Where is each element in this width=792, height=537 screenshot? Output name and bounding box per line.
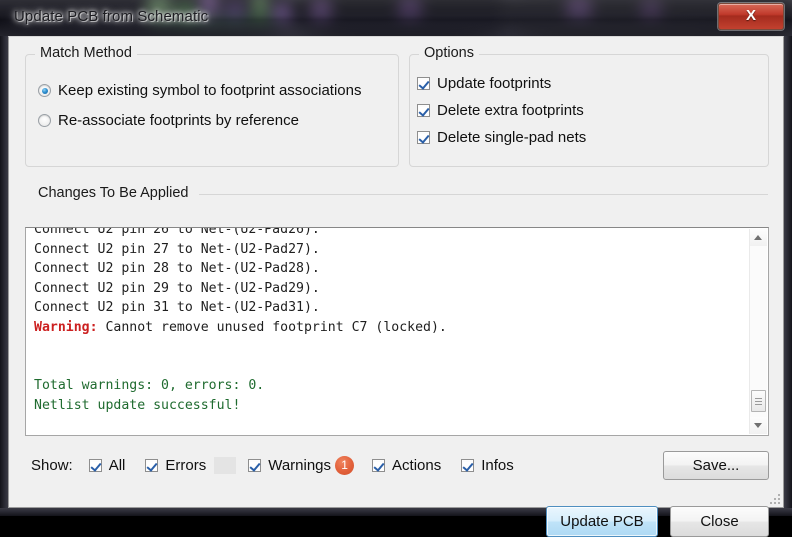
filter-infos[interactable]: Infos: [461, 457, 514, 474]
filter-all[interactable]: All: [88, 456, 126, 474]
changes-log-text: Connect U2 pin 26 to Net-(U2-Pad26). Conn…: [34, 227, 734, 415]
checkbox-check-icon: [88, 458, 102, 472]
match-method-legend: Match Method: [35, 45, 137, 61]
show-filter-row: Show: All Errors Warnings 1 Actions Info…: [31, 454, 534, 476]
save-button[interactable]: Save...: [663, 451, 769, 480]
log-line: Connect U2 pin 26 to Net-(U2-Pad26).: [34, 227, 320, 237]
filter-actions-label: Actions: [392, 456, 442, 474]
radio-reassociate-label: Re-associate footprints by reference: [58, 112, 299, 129]
checkbox-check-icon: [417, 131, 430, 144]
checkbox-check-icon: [248, 458, 262, 472]
log-line: Total warnings: 0, errors: 0.: [34, 378, 265, 393]
close-button[interactable]: Close: [670, 506, 769, 537]
log-line: Connect U2 pin 28 to Net-(U2-Pad28).: [34, 261, 320, 276]
match-method-group: Match Method Keep existing symbol to foo…: [25, 45, 399, 167]
update-pcb-button[interactable]: Update PCB: [546, 506, 658, 537]
checkbox-check-icon: [145, 458, 159, 472]
radio-keep-existing-label: Keep existing symbol to footprint associ…: [58, 82, 362, 99]
window-title: Update PCB from Schematic: [14, 8, 209, 25]
checkbox-delete-extra-footprints[interactable]: Delete extra footprints: [417, 102, 584, 119]
log-line: Warning: Cannot remove unused footprint …: [34, 319, 447, 335]
checkbox-delete-single-pad-nets[interactable]: Delete single-pad nets: [417, 129, 586, 146]
checkbox-check-icon: [461, 458, 475, 472]
radio-reassociate[interactable]: Re-associate footprints by reference: [38, 112, 299, 129]
checkbox-check-icon: [417, 77, 430, 90]
checkbox-check-icon: [417, 104, 430, 117]
checkbox-update-footprints[interactable]: Update footprints: [417, 75, 551, 92]
options-legend: Options: [419, 45, 479, 61]
filter-errors-label: Errors: [165, 456, 207, 474]
update-pcb-dialog: Update PCB from Schematic X Match Method…: [0, 0, 792, 537]
scroll-down-button[interactable]: [750, 417, 767, 434]
chevron-down-icon: [754, 423, 762, 428]
filter-actions[interactable]: Actions: [372, 457, 441, 474]
log-line: Connect U2 pin 31 to Net-(U2-Pad31).: [34, 300, 320, 315]
window-titlebar[interactable]: Update PCB from Schematic X: [0, 0, 792, 36]
close-window-button[interactable]: X: [718, 3, 784, 30]
log-line: Netlist update successful!: [34, 397, 241, 413]
checkbox-check-icon: [372, 458, 386, 472]
log-warning-keyword: Warning:: [34, 319, 98, 335]
scroll-up-button[interactable]: [750, 229, 767, 246]
log-line: Connect U2 pin 27 to Net-(U2-Pad27).: [34, 241, 320, 257]
filter-warnings[interactable]: Warnings: [248, 457, 331, 474]
chevron-up-icon: [754, 235, 762, 240]
log-line: Connect U2 pin 29 to Net-(U2-Pad29).: [34, 280, 320, 296]
radio-indicator-icon: [38, 114, 51, 127]
warnings-count-badge: 1: [335, 455, 355, 475]
filter-all-label: All: [108, 456, 126, 474]
close-icon: X: [745, 7, 756, 24]
filter-warnings-label: Warnings: [268, 456, 332, 474]
changes-log-box[interactable]: Connect U2 pin 26 to Net-(U2-Pad26). Conn…: [25, 227, 769, 436]
checkbox-update-footprints-label: Update footprints: [437, 75, 552, 92]
changes-group-divider: [199, 194, 768, 195]
options-group: Options Update footprints Delete extra f…: [409, 45, 769, 167]
dialog-client-area: Match Method Keep existing symbol to foo…: [8, 36, 784, 537]
radio-keep-existing[interactable]: Keep existing symbol to footprint associ…: [38, 82, 362, 99]
window-border-left: [0, 36, 8, 516]
window-border-right: [784, 36, 792, 516]
filter-infos-label: Infos: [481, 456, 514, 474]
radio-indicator-icon: [38, 84, 51, 97]
filter-errors[interactable]: Errors: [145, 457, 206, 474]
show-label: Show:: [31, 456, 73, 474]
checkbox-delete-extra-footprints-label: Delete extra footprints: [437, 102, 584, 119]
errors-count-placeholder: [214, 456, 237, 474]
scrollbar-thumb[interactable]: [751, 390, 766, 412]
log-vertical-scrollbar[interactable]: [749, 229, 767, 434]
changes-legend: Changes To Be Applied: [33, 185, 194, 201]
checkbox-delete-single-pad-nets-label: Delete single-pad nets: [437, 129, 587, 146]
resize-grip-icon[interactable]: [767, 491, 780, 504]
